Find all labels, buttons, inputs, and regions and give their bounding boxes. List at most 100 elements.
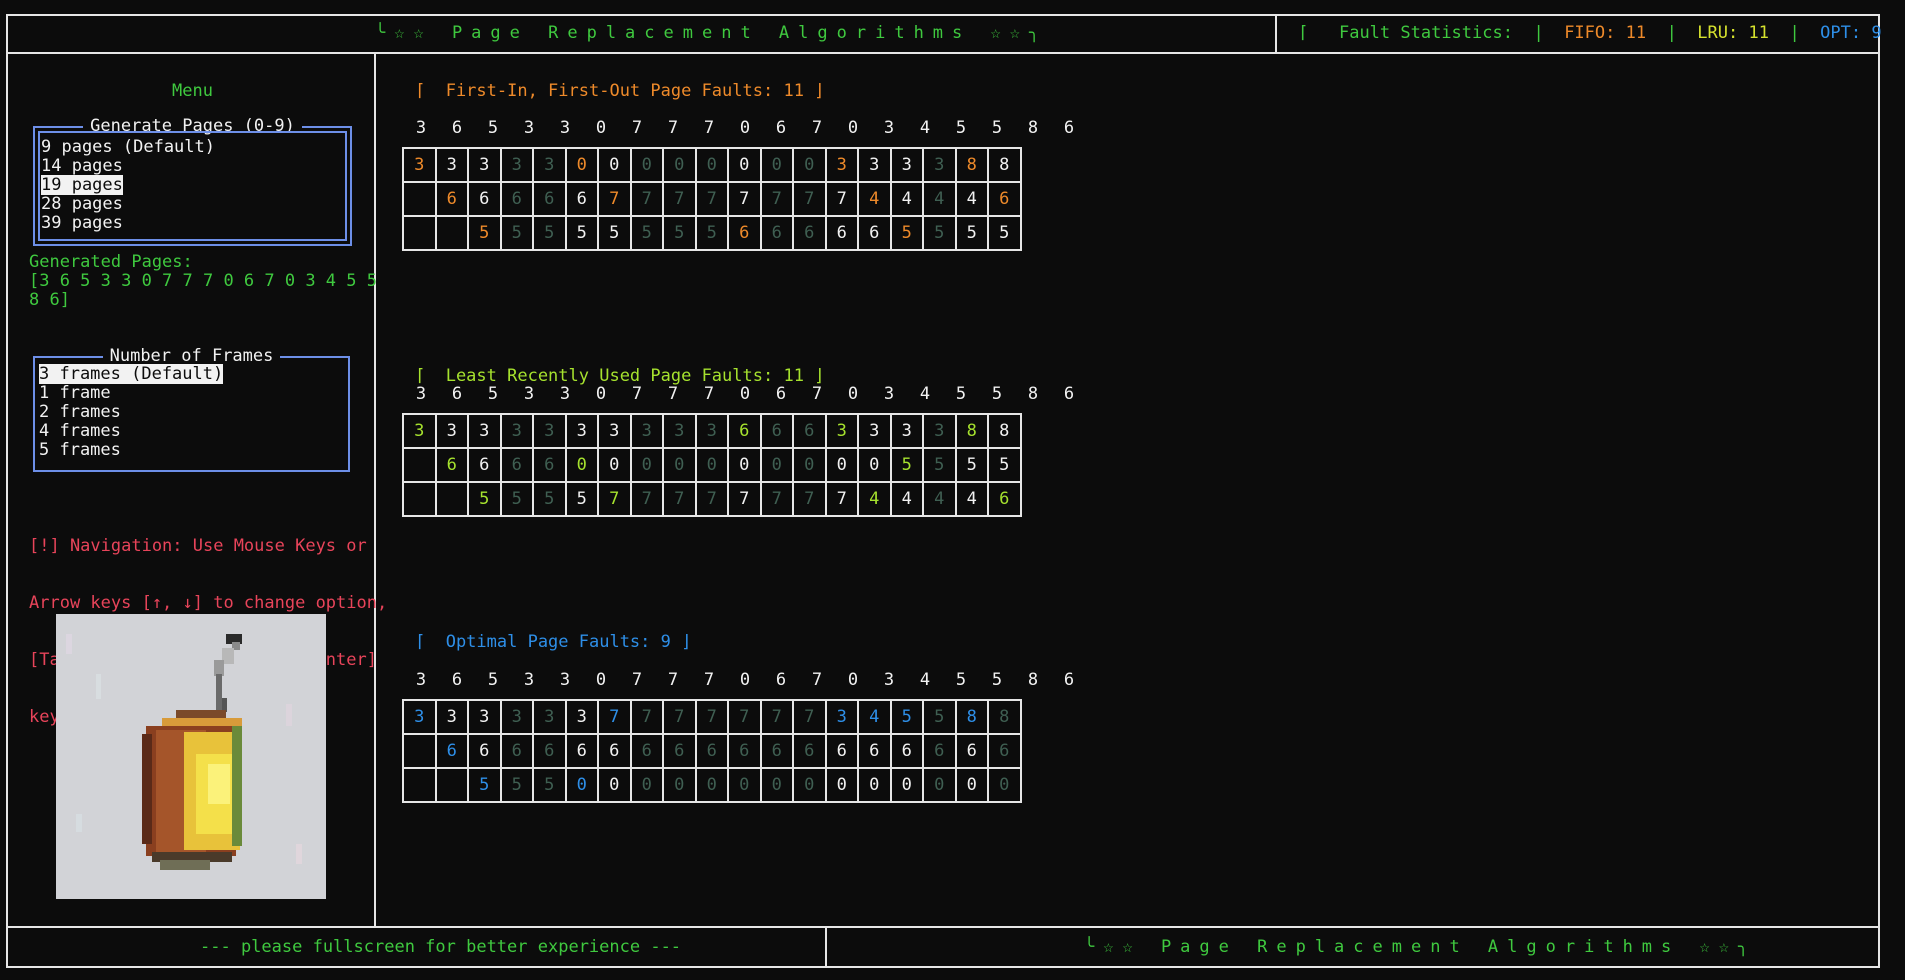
reference-page: 3 [883,118,895,138]
frame-cell: 0 [694,147,729,183]
reference-page: 3 [883,670,895,690]
lru-title: ⌈ Least Recently Used Page Faults: 11 ⌋ [415,366,825,386]
frame-cell: 6 [597,733,632,769]
frame-cell: 6 [792,413,827,449]
frame-cell: 7 [759,699,794,735]
frames-options: 3 frames (Default) 1 frame 2 frames 4 fr… [37,364,224,460]
frame-cell: 6 [727,215,762,251]
frame-cell: 3 [434,413,469,449]
pages-option-selected[interactable]: 19 pages [39,175,215,195]
frame-cell: 6 [467,733,502,769]
reference-page: 0 [847,384,859,404]
reference-page: 3 [523,118,535,138]
frame-cell: 6 [759,215,794,251]
frame-cell: 7 [629,481,664,517]
frame-cell [434,481,469,517]
frame-cell: 0 [759,447,794,483]
frame-cell: 7 [759,181,794,217]
help-line: Arrow keys [↑, ↓] to change option, [29,593,388,613]
pages-option[interactable]: 28 pages [39,195,215,214]
frame-cell: 6 [987,181,1022,217]
frame-cell: 3 [857,413,892,449]
frame-cell: 6 [727,733,762,769]
reference-page: 5 [955,670,967,690]
frame-cell: 6 [467,447,502,483]
frame-cell: 6 [792,733,827,769]
frame-cell: 3 [467,147,502,183]
frame-cell: 5 [532,215,567,251]
frame-cell: 7 [629,181,664,217]
reference-page: 7 [811,118,823,138]
frame-cell: 0 [792,147,827,183]
reference-page: 6 [1063,670,1075,690]
frame-cell: 3 [434,699,469,735]
reference-page: 7 [667,384,679,404]
pages-listbox[interactable]: Generate Pages (0-9) 9 pages (Default) 1… [33,116,352,246]
frame-cell: 0 [662,447,697,483]
frame-cell: 8 [954,147,989,183]
frames-option[interactable]: 1 frame [37,384,223,403]
frame-cell: 0 [727,767,762,803]
frame-cell: 0 [759,147,794,183]
fault-statistics: ⌈ Fault Statistics: | FIFO: 11 | LRU: 11… [1298,23,1905,43]
frame-cell: 6 [922,733,957,769]
frame-cell: 7 [792,181,827,217]
footer-hint: --- please fullscreen for better experie… [200,937,682,957]
generated-pages-label: Generated Pages: [29,252,193,272]
frame-cell: 6 [694,733,729,769]
frame-cell: 7 [629,699,664,735]
frame-cell: 3 [824,413,859,449]
frame-cell: 0 [564,147,599,183]
pages-option[interactable]: 9 pages (Default) [39,138,215,157]
frame-cell: 6 [987,733,1022,769]
frame-cell: 3 [857,147,892,183]
frame-cell: 3 [629,413,664,449]
frames-option[interactable]: 2 frames [37,403,223,422]
footer-title: ╰☆☆ Page Replacement Algorithms ☆☆╮ [1084,937,1758,957]
pages-option[interactable]: 39 pages [39,214,215,233]
frame-cell: 3 [532,699,567,735]
frame-cell: 5 [954,215,989,251]
reference-page: 3 [523,384,535,404]
reference-page: 0 [595,118,607,138]
reference-page: 6 [451,118,463,138]
reference-page: 6 [775,670,787,690]
frame-row: 666667777777744446 [402,181,1022,217]
frame-cell: 3 [532,147,567,183]
generated-pages-line2: 8 6] [29,290,70,310]
frame-cell: 6 [987,481,1022,517]
frame-cell: 7 [792,699,827,735]
frames-option[interactable]: 4 frames [37,422,223,441]
frame-cell: 0 [629,147,664,183]
pages-listbox-legend: Generate Pages (0-9) [35,116,350,136]
frames-option-selected[interactable]: 3 frames (Default) [37,364,224,384]
frame-row: 55500000000000000 [402,767,1022,803]
stats-lru: LRU: 11 [1697,23,1769,43]
frame-cell: 5 [662,215,697,251]
frame-cell: 0 [597,447,632,483]
frame-cell: 5 [597,215,632,251]
frame-cell [402,733,437,769]
reference-page: 8 [1027,670,1039,690]
frames-listbox[interactable]: Number of Frames 3 frames (Default) 1 fr… [33,346,350,472]
frame-cell [402,447,437,483]
generated-pages-line1: [3 6 5 3 3 0 7 7 7 0 6 7 0 3 4 5 5 [29,271,377,291]
reference-page: 0 [847,118,859,138]
reference-page: 8 [1027,118,1039,138]
pages-option[interactable]: 14 pages [39,157,215,176]
stats-opt: OPT: 9 [1820,23,1882,43]
frame-cell: 5 [987,215,1022,251]
reference-page: 7 [703,670,715,690]
menu-title: Menu [172,81,213,101]
frame-cell: 7 [824,181,859,217]
frame-cell: 3 [434,147,469,183]
frame-cell: 8 [987,699,1022,735]
frame-cell: 6 [564,733,599,769]
frame-row: 55557777777744446 [402,481,1022,517]
frame-cell: 0 [629,767,664,803]
reference-page: 7 [667,670,679,690]
frame-cell: 6 [954,733,989,769]
frame-cell: 7 [694,181,729,217]
frames-option[interactable]: 5 frames [37,441,223,460]
frame-cell: 0 [727,447,762,483]
